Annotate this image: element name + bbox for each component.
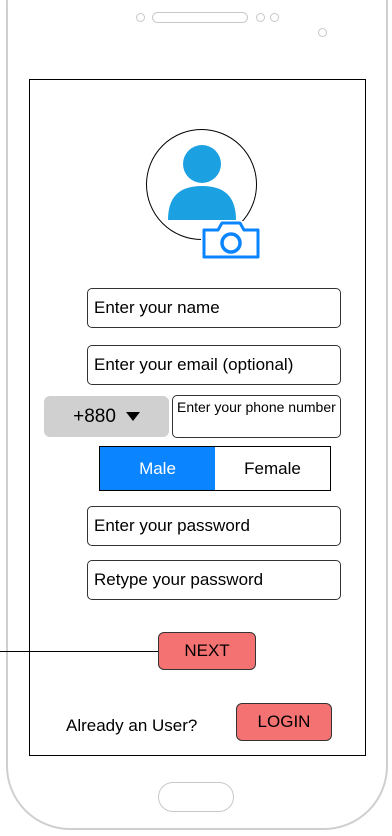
sensor-dot xyxy=(270,13,279,22)
gender-female-option[interactable]: Female xyxy=(215,447,330,490)
name-input[interactable]: Enter your name xyxy=(87,288,341,328)
speaker-slot xyxy=(152,12,248,23)
sensor-dot xyxy=(318,28,327,37)
country-code-dropdown[interactable]: +880 xyxy=(44,396,169,437)
home-button[interactable] xyxy=(158,782,234,812)
retype-password-input[interactable]: Retype your password xyxy=(87,560,341,600)
camera-icon[interactable] xyxy=(200,220,262,260)
next-button[interactable]: NEXT xyxy=(158,632,256,670)
email-input[interactable]: Enter your email (optional) xyxy=(87,345,341,385)
login-prompt-text: Already an User? xyxy=(66,716,198,735)
connector-line xyxy=(0,651,158,652)
phone-input[interactable]: Enter your phone number xyxy=(172,395,341,438)
front-camera-dot xyxy=(136,13,145,22)
sensor-dot xyxy=(256,13,265,22)
gender-male-option[interactable]: Male xyxy=(100,447,215,490)
user-avatar-icon xyxy=(168,145,236,220)
country-code-value: +880 xyxy=(73,405,116,427)
password-input[interactable]: Enter your password xyxy=(87,506,341,546)
gender-toggle: Male Female xyxy=(99,446,331,491)
login-button[interactable]: LOGIN xyxy=(236,703,332,741)
caret-down-icon xyxy=(125,412,140,421)
